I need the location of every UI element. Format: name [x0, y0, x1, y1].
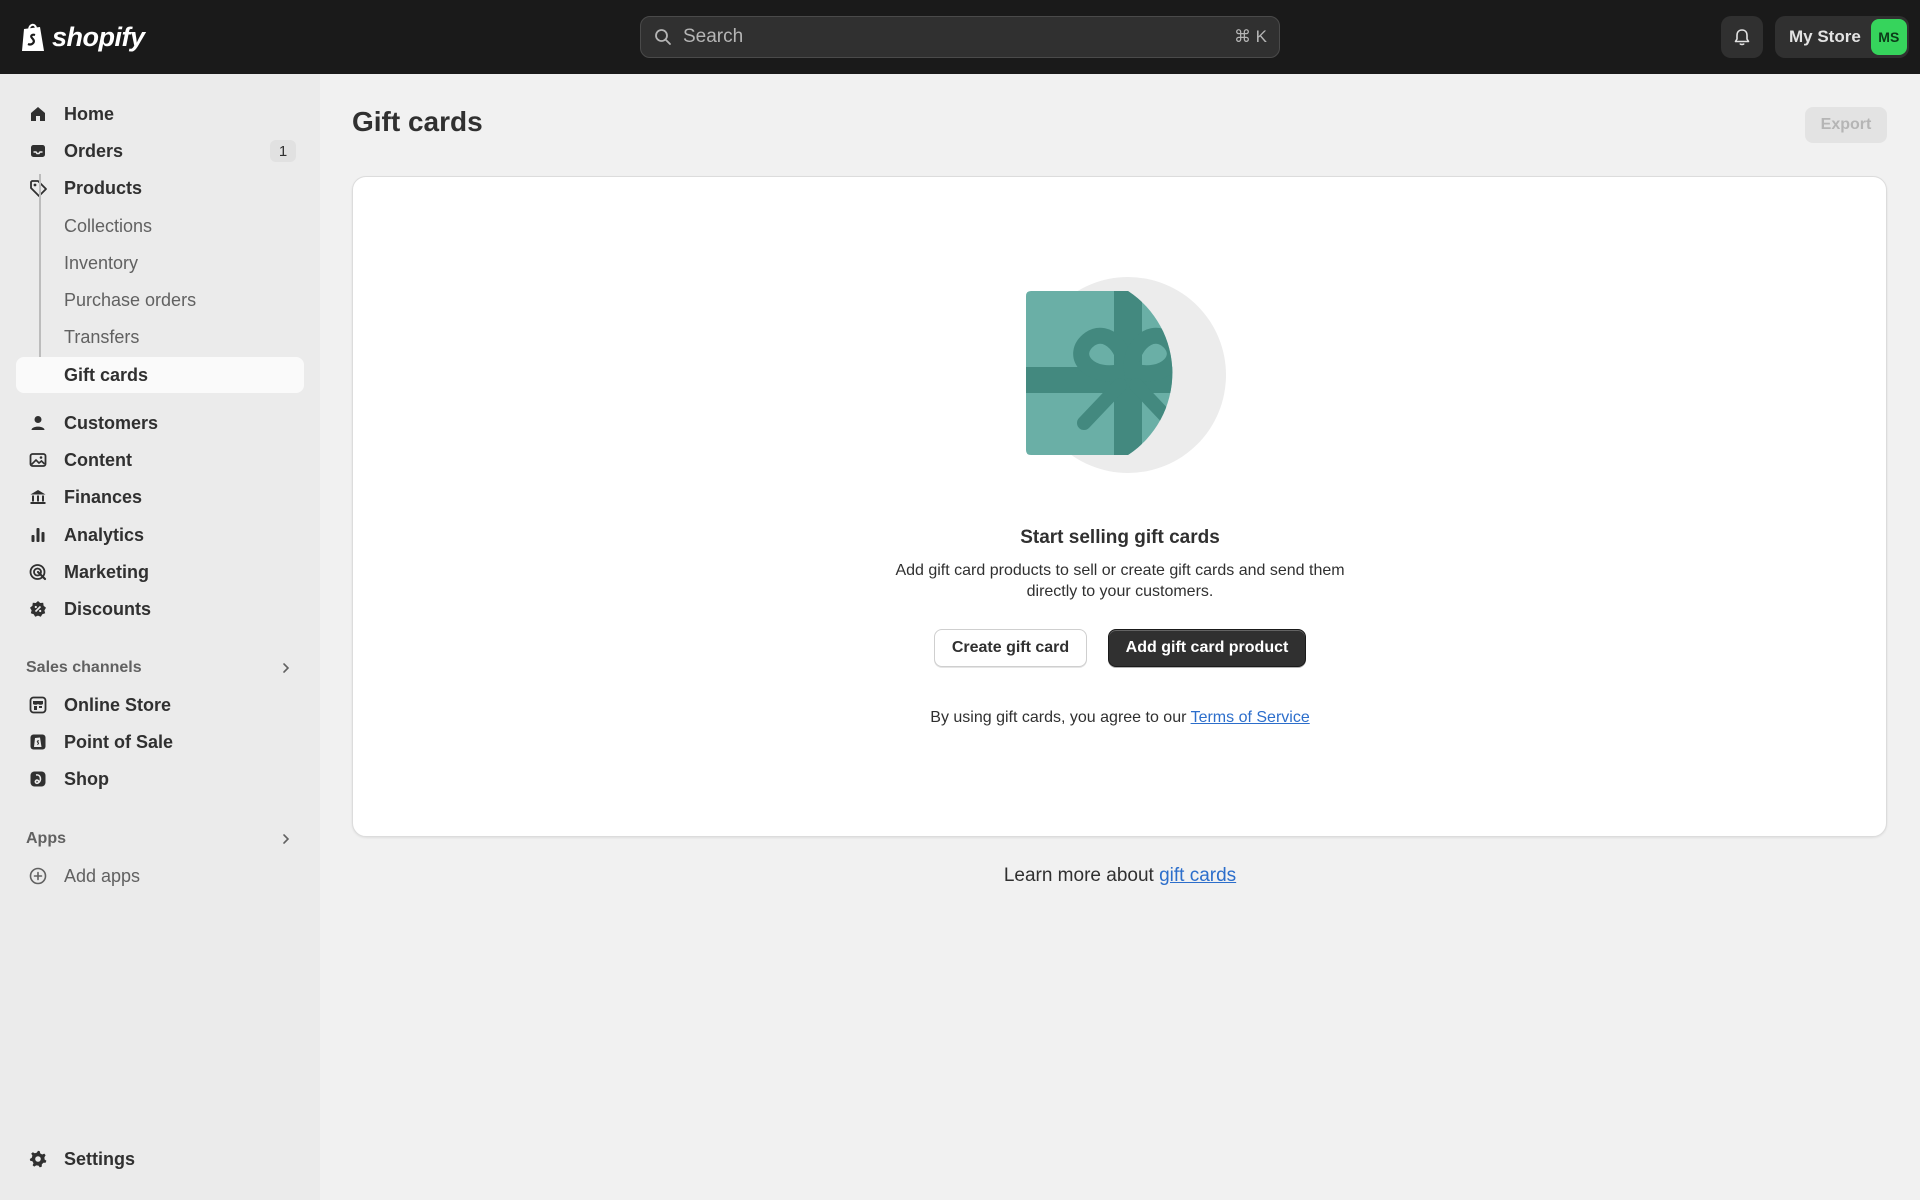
sidebar-subitem-label: Gift cards: [64, 364, 149, 385]
shopify-logo[interactable]: shopify: [20, 20, 145, 54]
top-bar: shopify Search ⌘ K My Store MS: [0, 0, 1920, 74]
page-title: Gift cards: [352, 106, 483, 137]
sidebar-subitem-collections[interactable]: Collections: [16, 208, 304, 244]
orders-count-badge: 1: [270, 140, 296, 162]
target-icon: [29, 564, 47, 581]
sidebar-subitem-label: Collections: [64, 215, 153, 236]
sidebar: Home Orders 1 Products Collections Inven…: [0, 74, 320, 1200]
home-icon: [31, 107, 45, 121]
notifications-button[interactable]: [1721, 16, 1763, 58]
plus-circle-icon: [29, 867, 47, 885]
sidebar-subitem-gift-cards[interactable]: Gift cards: [16, 357, 304, 393]
sidebar-item-orders[interactable]: Orders 1: [16, 133, 304, 169]
search-input[interactable]: Search ⌘ K: [640, 16, 1280, 58]
image-icon: [29, 453, 47, 467]
shopify-bag-icon: [22, 23, 44, 51]
store-icon: [29, 696, 47, 714]
terms-of-service-link[interactable]: Terms of Service: [1191, 709, 1310, 726]
bank-icon: [30, 490, 46, 504]
add-gift-card-product-button[interactable]: Add gift card product: [1108, 629, 1306, 667]
gift-card-illustration: [1026, 277, 1226, 473]
shop-icon: [30, 771, 46, 787]
discount-icon: [30, 601, 46, 617]
empty-state-heading: Start selling gift cards: [1020, 527, 1220, 548]
sidebar-item-discounts[interactable]: Discounts: [16, 591, 304, 627]
learn-more-footer: Learn more about gift cards: [880, 865, 1360, 887]
search-icon: [655, 29, 671, 45]
sidebar-item-label: Content: [64, 449, 132, 470]
avatar: MS: [1870, 19, 1907, 55]
chevron-right-icon: [283, 663, 290, 673]
sidebar-item-label: Point of Sale: [64, 731, 174, 752]
sidebar-item-label: Products: [64, 177, 143, 198]
sidebar-subitem-purchase-orders[interactable]: Purchase orders: [16, 282, 304, 318]
section-label: Apps: [26, 830, 66, 847]
sidebar-item-settings[interactable]: Settings: [16, 1141, 304, 1177]
sidebar-item-label: Marketing: [64, 561, 150, 582]
apps-header[interactable]: Apps: [16, 824, 304, 854]
sidebar-item-marketing[interactable]: Marketing: [16, 554, 304, 590]
sidebar-item-products[interactable]: Products: [16, 170, 304, 206]
search-shortcut: ⌘ K: [1233, 27, 1267, 46]
empty-state-description: Add gift card products to sell or create…: [895, 562, 1345, 600]
learn-more-prefix: Learn more about: [1003, 865, 1160, 886]
sidebar-item-shop[interactable]: Shop: [16, 761, 304, 797]
sidebar-item-add-apps[interactable]: Add apps: [16, 858, 304, 894]
tag-icon: [30, 180, 47, 197]
sidebar-item-online-store[interactable]: Online Store: [16, 687, 304, 723]
sales-channels-header[interactable]: Sales channels: [16, 653, 304, 683]
gift-cards-help-link[interactable]: gift cards: [1159, 865, 1236, 886]
create-gift-card-button[interactable]: Create gift card: [934, 629, 1087, 667]
sidebar-item-content[interactable]: Content: [16, 442, 304, 478]
sidebar-item-label: Settings: [64, 1148, 136, 1169]
sidebar-subitem-label: Purchase orders: [64, 289, 197, 310]
sidebar-subitem-label: Transfers: [64, 326, 140, 347]
inbox-icon: [31, 145, 45, 157]
sidebar-item-home[interactable]: Home: [16, 96, 304, 132]
pos-icon: [30, 734, 46, 750]
sidebar-item-label: Online Store: [64, 694, 172, 715]
bell-icon: [1734, 29, 1750, 46]
export-button[interactable]: Export: [1805, 107, 1887, 143]
sidebar-subitem-transfers[interactable]: Transfers: [16, 319, 304, 355]
sidebar-item-label: Add apps: [64, 865, 141, 886]
sidebar-item-label: Shop: [64, 768, 109, 789]
sidebar-subitem-inventory[interactable]: Inventory: [16, 245, 304, 281]
section-label: Sales channels: [26, 659, 142, 676]
gear-icon: [29, 1150, 47, 1168]
sidebar-item-label: Customers: [64, 412, 159, 433]
person-icon: [31, 416, 45, 430]
sidebar-item-finances[interactable]: Finances: [16, 479, 304, 515]
search-placeholder: Search: [683, 26, 744, 47]
logo-text: shopify: [52, 21, 145, 52]
store-name: My Store: [1789, 27, 1861, 46]
terms-prefix: By using gift cards, you agree to our: [930, 709, 1191, 726]
chevron-right-icon: [283, 834, 290, 844]
sidebar-item-label: Orders: [64, 140, 124, 161]
sidebar-item-point-of-sale[interactable]: Point of Sale: [16, 724, 304, 760]
store-menu-button[interactable]: My Store MS: [1775, 16, 1909, 58]
sidebar-item-label: Home: [64, 103, 115, 124]
terms-notice: By using gift cards, you agree to our Te…: [860, 709, 1380, 727]
sidebar-subitem-label: Inventory: [64, 252, 139, 273]
sidebar-item-label: Discounts: [64, 598, 152, 619]
sidebar-item-label: Finances: [64, 486, 143, 507]
sidebar-item-customers[interactable]: Customers: [16, 405, 304, 441]
